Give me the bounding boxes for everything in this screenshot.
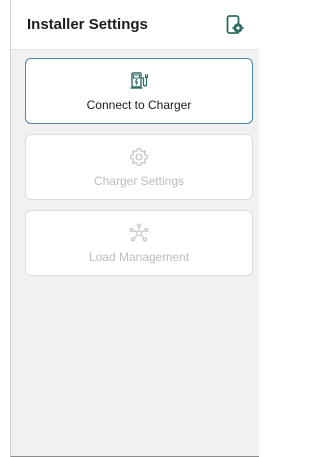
charger-settings-button[interactable]: Charger Settings <box>25 134 253 200</box>
connect-to-charger-button[interactable]: Connect to Charger <box>25 58 253 124</box>
connect-to-charger-label: Connect to Charger <box>86 98 192 112</box>
device-settings-icon <box>226 14 244 34</box>
gear-icon <box>129 146 149 168</box>
menu-list: Connect to Charger Charger Settings Load… <box>11 50 259 456</box>
page-title: Installer Settings <box>27 16 148 33</box>
device-settings-button[interactable] <box>224 14 246 36</box>
load-management-button[interactable]: Load Management <box>25 210 253 276</box>
app-header: Installer Settings <box>11 0 259 50</box>
network-hub-icon <box>129 222 149 244</box>
load-management-label: Load Management <box>88 250 190 264</box>
ev-charger-icon <box>129 70 149 92</box>
app-window: Installer Settings Connect to Charger Ch… <box>10 0 259 457</box>
charger-settings-label: Charger Settings <box>93 174 185 188</box>
